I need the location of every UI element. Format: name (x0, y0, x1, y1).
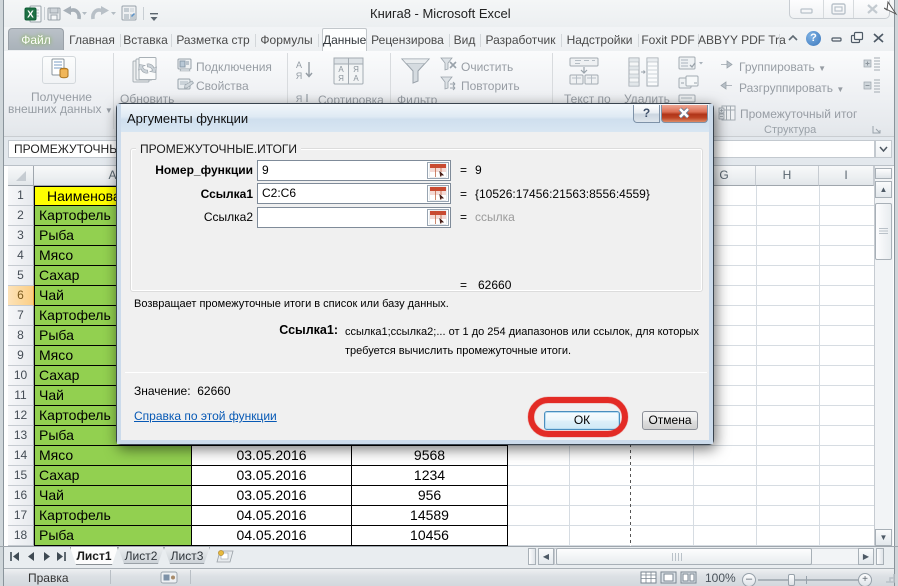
svg-text:X: X (27, 10, 34, 21)
svg-text:А: А (338, 65, 344, 74)
svg-text:А: А (296, 60, 302, 70)
svg-text:Я: Я (296, 71, 303, 81)
svg-text:Я: Я (338, 74, 344, 83)
svg-text:Я: Я (353, 65, 359, 74)
svg-text:А: А (353, 74, 359, 83)
